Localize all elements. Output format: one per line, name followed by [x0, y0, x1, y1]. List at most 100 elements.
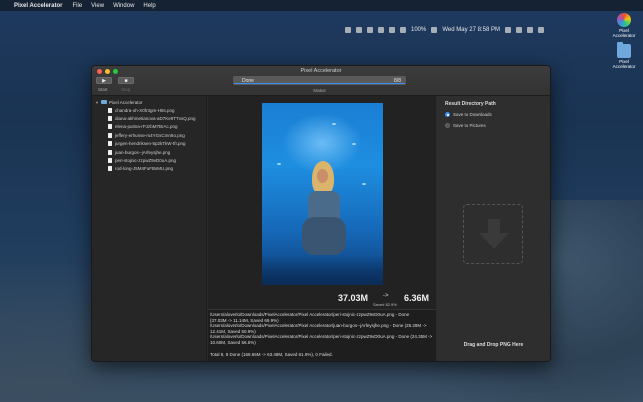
result-directory-title: Result Directory Path — [445, 101, 496, 107]
file-list: chandra-oh-X0fr3gm-H8s.png diana-akhmetia… — [95, 106, 206, 173]
log-lines: /Users/aloverlo/Downloads/PixelAccelerat… — [210, 312, 434, 346]
desktop-icon-folder[interactable]: Pixel Accelerator — [604, 42, 643, 69]
radio-save-pictures[interactable]: Save to Pictures — [445, 123, 486, 128]
bluetooth-icon[interactable] — [367, 27, 373, 33]
siri-icon[interactable] — [526, 27, 533, 33]
search-icon[interactable] — [515, 27, 522, 33]
legs — [302, 217, 346, 255]
file-icon — [108, 116, 112, 122]
drop-zone-label: Drag and Drop PNG Here — [463, 342, 524, 348]
status-progress-line — [234, 83, 405, 84]
arrow-head — [479, 233, 509, 249]
radio-selected-icon[interactable] — [445, 112, 450, 117]
menu-app-name[interactable]: Pixel Accelerator — [14, 3, 62, 9]
menu-clock[interactable]: Wed May 27 8:58 PM — [442, 27, 500, 33]
file-item[interactable]: chandra-oh-X0fr3gm-H8s.png — [95, 106, 206, 114]
file-label: jurgen-hendriksen-5p2kTkW-tfI.png — [115, 141, 186, 147]
stop-label: Stop — [121, 87, 131, 92]
file-item[interactable]: diana-akhmetianova-aD7Ke9TTxsQ.png — [95, 114, 206, 122]
start-button[interactable]: ▶ — [96, 77, 112, 84]
file-icon — [108, 107, 112, 113]
status-progress: Done 8/8 — [233, 76, 406, 85]
file-label: juan-burgos--jArfeysjhe.png — [115, 149, 171, 155]
log-output[interactable]: /Users/aloverlo/Downloads/PixelAccelerat… — [208, 309, 436, 361]
size-readout: 37.03M -> Saved 82.9% 6.36M — [208, 291, 436, 309]
radio-unselected-icon[interactable] — [445, 123, 450, 128]
drop-zone[interactable] — [463, 204, 523, 264]
disclosure-triangle-icon[interactable]: ▼ — [95, 100, 99, 105]
face — [317, 169, 328, 183]
file-label: peri-stojnic-zzpwZ9vD0uA.png — [115, 158, 177, 164]
file-item[interactable]: peri-stojnic-zzpwZ9vD0uA.png — [95, 156, 206, 164]
folder-icon — [100, 99, 107, 105]
saved-percent: Saved 82.9% — [373, 302, 397, 307]
file-icon — [108, 132, 112, 138]
keyboard-icon[interactable] — [378, 27, 384, 33]
title-bar: Pixel Accelerator ▶ ■ Start Stop Done 8/… — [92, 66, 550, 96]
play-icon: ▶ — [102, 77, 106, 84]
file-label: diana-akhmetianova-aD7Ke9TTxsQ.png — [115, 116, 196, 122]
menu-help[interactable]: Help — [143, 3, 155, 9]
battery-percent[interactable]: 100% — [411, 27, 426, 33]
display-icon[interactable] — [356, 27, 362, 33]
status-label: Status — [313, 88, 326, 93]
original-size: 37.03M — [338, 293, 369, 303]
battery-icon[interactable] — [431, 27, 438, 33]
fish — [352, 143, 356, 145]
file-icon — [108, 141, 112, 147]
person-figure — [300, 161, 348, 261]
folder-icon — [617, 42, 631, 58]
file-item[interactable]: jeffery-erhunse-rs4YGsCmn8o.png — [95, 131, 206, 139]
tree-root[interactable]: ▼ Pixel Accelerator — [95, 98, 206, 106]
log-line: /Users/aloverlo/Downloads/PixelAccelerat… — [210, 323, 427, 329]
stop-button[interactable]: ■ — [118, 77, 134, 84]
radio-save-downloads[interactable]: Save to Downloads — [445, 112, 492, 117]
file-item[interactable]: rod-long-J5M4FuFBsMU.png — [95, 165, 206, 173]
preview-image — [262, 103, 383, 285]
app-icon — [617, 13, 631, 27]
notification-center-icon[interactable] — [537, 27, 544, 33]
app-window: Pixel Accelerator ▶ ■ Start Stop Done 8/… — [91, 65, 551, 362]
file-label: elena-putina-rPJzbM7BrAc.png — [115, 124, 178, 130]
radio-label: Save to Pictures — [453, 123, 486, 128]
menu-window[interactable]: Window — [113, 3, 134, 9]
file-icon — [108, 149, 112, 155]
preview-pane: 37.03M -> Saved 82.9% 6.36M /Users/alove… — [208, 96, 436, 361]
radio-label: Save to Downloads — [453, 112, 492, 117]
menu-file[interactable]: File — [72, 3, 82, 9]
stop-icon: ■ — [124, 77, 128, 84]
file-sidebar: ▼ Pixel Accelerator chandra-oh-X0fr3gm-H… — [92, 96, 207, 361]
file-label: jeffery-erhunse-rs4YGsCmn8o.png — [115, 132, 185, 138]
floor-shadow — [262, 255, 383, 285]
file-label: rod-long-J5M4FuFBsMU.png — [115, 166, 174, 172]
output-panel: Result Directory Path Save to Downloads … — [437, 96, 550, 361]
download-arrow-icon — [479, 217, 509, 251]
file-item[interactable]: juan-burgos--jArfeysjhe.png — [95, 148, 206, 156]
start-label: Start — [98, 87, 108, 92]
location-icon[interactable] — [345, 27, 351, 33]
desktop-icon-label: Pixel Accelerator — [612, 28, 636, 38]
log-total: Total 8, 8 Done (168.66M -> 63.48M, Save… — [210, 351, 333, 357]
file-icon — [108, 124, 112, 130]
log-line: 10.60M, Saved 56.5%) — [210, 339, 256, 345]
desktop-icon-label: Pixel Accelerator — [612, 59, 636, 69]
desktop-icon-app[interactable]: Pixel Accelerator — [604, 13, 643, 38]
menu-bar: Pixel Accelerator File View Window Help … — [0, 0, 643, 33]
fish — [277, 163, 281, 165]
user-icon[interactable] — [504, 27, 511, 33]
tree-root-label: Pixel Accelerator — [108, 99, 143, 105]
fish — [362, 183, 366, 185]
file-item[interactable]: jurgen-hendriksen-5p2kTkW-tfI.png — [95, 140, 206, 148]
file-icon — [108, 166, 112, 172]
window-title: Pixel Accelerator — [300, 68, 342, 74]
file-label: chandra-oh-X0fr3gm-H8s.png — [115, 107, 175, 113]
new-size: 6.36M — [404, 293, 430, 303]
wifi-icon[interactable] — [389, 27, 395, 33]
volume-icon[interactable] — [400, 27, 406, 33]
file-icon — [108, 158, 112, 164]
size-arrow: -> — [383, 293, 389, 299]
log-line: /Users/aloverlo/Downloads/PixelAccelerat… — [210, 312, 410, 317]
file-item[interactable]: elena-putina-rPJzbM7BrAc.png — [95, 123, 206, 131]
menu-view[interactable]: View — [91, 3, 104, 9]
fish — [332, 123, 336, 125]
